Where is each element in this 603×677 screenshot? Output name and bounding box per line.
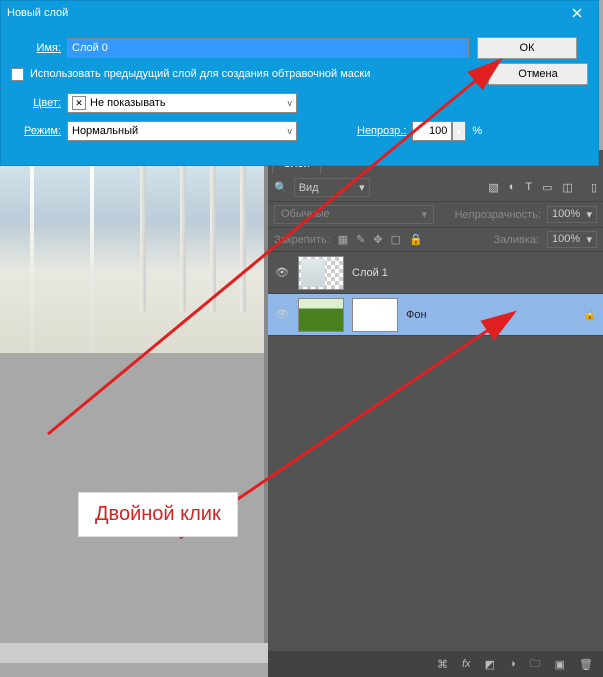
new-layer-icon[interactable]: ▣: [555, 658, 565, 671]
layer-name[interactable]: Слой 1: [352, 267, 388, 279]
filter-smart-icon[interactable]: ◫: [563, 181, 573, 194]
filter-toggle-icon[interactable]: ▯: [591, 181, 597, 194]
opacity-input[interactable]: [412, 121, 452, 141]
clipping-mask-label: Использовать предыдущий слой для создани…: [30, 68, 370, 80]
layer-name-input[interactable]: [67, 38, 469, 58]
delete-layer-icon[interactable]: 🗑: [579, 658, 593, 671]
clipping-mask-checkbox[interactable]: [11, 68, 24, 81]
annotation-label: Двойной клик: [78, 492, 238, 537]
filter-pixel-icon[interactable]: ▧: [488, 181, 498, 194]
filter-type-icon[interactable]: T: [525, 181, 532, 194]
document-workspace: [0, 150, 268, 663]
layer-fx-icon[interactable]: fx: [462, 658, 471, 670]
dialog-titlebar[interactable]: Новый слой: [1, 1, 598, 25]
lock-position-icon[interactable]: ✥: [373, 233, 382, 246]
filter-adjust-icon[interactable]: ◐: [509, 181, 516, 194]
opacity-unit: %: [472, 125, 482, 137]
fill-label: Заливка:: [494, 234, 539, 246]
visibility-toggle-icon[interactable]: 👁: [274, 266, 290, 279]
name-label: Имя:: [11, 42, 61, 54]
search-icon: 🔍: [274, 181, 288, 194]
blend-opacity-row: Обычные▾ Непрозрачность: 100%▾: [268, 202, 603, 228]
lock-label: Закрепить:: [274, 234, 330, 246]
status-bar: [0, 643, 268, 663]
layers-panel: Слои ◂◂ ≡ 🔍 Вид▾ ▧ ◐ T ▭ ◫ ▯ Обычные▾ Не…: [268, 150, 603, 677]
new-group-icon[interactable]: 🗀: [530, 655, 541, 674]
lock-brush-icon[interactable]: ✎: [356, 233, 365, 246]
filter-kind-select[interactable]: Вид▾: [294, 178, 370, 197]
lock-all-icon[interactable]: 🔒: [409, 233, 423, 246]
canvas-image[interactable]: [0, 150, 264, 353]
lock-icon: 🔒: [583, 308, 597, 321]
fill-select[interactable]: 100%▾: [547, 231, 597, 248]
ok-button[interactable]: ОК: [477, 37, 577, 59]
color-select[interactable]: ✕Не показывать v: [67, 93, 297, 113]
cancel-button[interactable]: Отмена: [488, 63, 588, 85]
close-icon[interactable]: [562, 2, 592, 24]
layer-mask-thumbnail[interactable]: [352, 298, 398, 332]
layer-thumbnail[interactable]: [298, 256, 344, 290]
opacity-stepper[interactable]: ▸: [452, 121, 466, 141]
layer-filter-row: 🔍 Вид▾ ▧ ◐ T ▭ ◫ ▯: [268, 174, 603, 202]
color-label: Цвет:: [11, 97, 61, 109]
mode-select[interactable]: Нормальный v: [67, 121, 297, 141]
opacity-label: Непрозрачность:: [455, 209, 541, 221]
opacity-select[interactable]: 100%▾: [547, 206, 597, 223]
layer-row-1[interactable]: 👁 Слой 1: [268, 252, 603, 294]
opacity-label: Непрозр.:: [357, 125, 406, 137]
new-layer-dialog: Новый слой Имя: ОК Использовать предыдущ…: [0, 0, 599, 166]
blend-mode-select[interactable]: Обычные▾: [274, 205, 434, 224]
lock-pixels-icon[interactable]: ▦: [338, 233, 348, 246]
adjustment-layer-icon[interactable]: ◑: [509, 658, 516, 670]
dialog-body: Имя: ОК Использовать предыдущий слой для…: [1, 25, 598, 165]
lock-row: Закрепить: ▦ ✎ ✥ ▢ 🔒 Заливка: 100%▾: [268, 228, 603, 252]
lock-frame-icon[interactable]: ▢: [391, 233, 401, 246]
layer-name[interactable]: Фон: [406, 309, 427, 321]
layers-panel-footer: ⌘ fx ◩ ◑ 🗀 ▣ 🗑: [268, 651, 603, 677]
mode-label: Режим:: [11, 125, 61, 137]
visibility-toggle-icon[interactable]: 👁: [274, 308, 290, 321]
link-layers-icon[interactable]: ⌘: [437, 658, 448, 671]
filter-shape-icon[interactable]: ▭: [542, 181, 552, 194]
layer-thumbnail[interactable]: [298, 298, 344, 332]
add-mask-icon[interactable]: ◩: [485, 658, 495, 671]
layer-row-background[interactable]: 👁 Фон 🔒: [268, 294, 603, 336]
dialog-title: Новый слой: [7, 7, 68, 19]
